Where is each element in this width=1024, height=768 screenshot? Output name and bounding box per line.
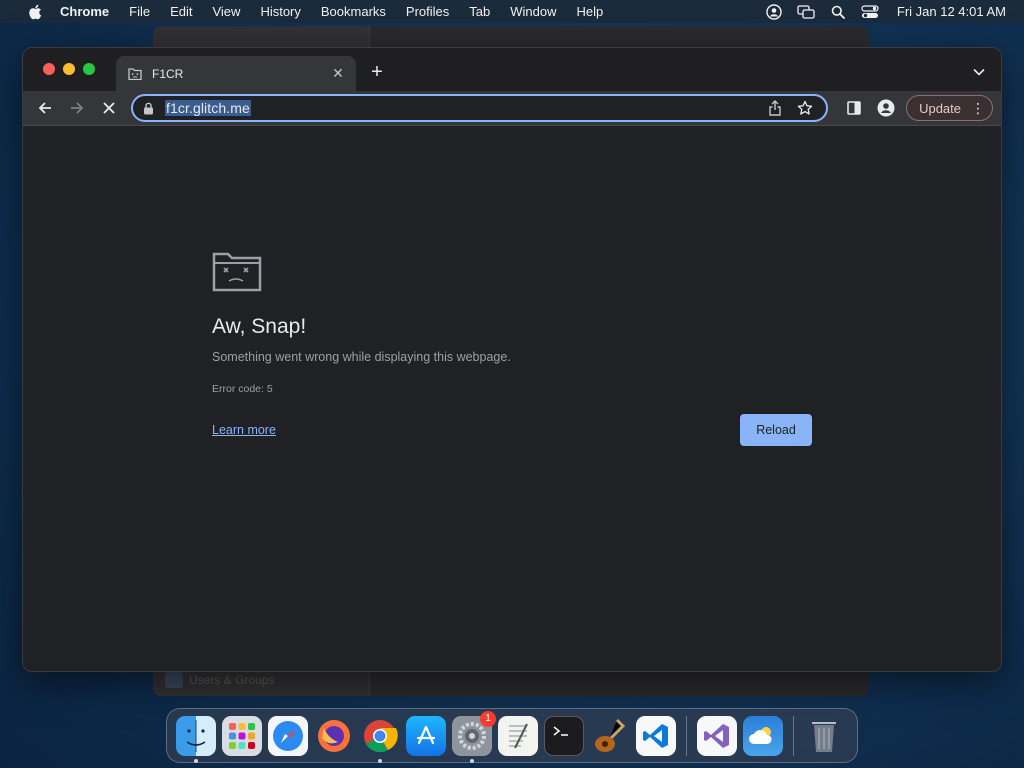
menu-profiles[interactable]: Profiles (406, 4, 449, 19)
system-settings-icon[interactable]: 1 (452, 710, 496, 763)
tab-f1cr[interactable]: F1CR ✕ (116, 56, 356, 91)
menubar-clock[interactable]: Fri Jan 12 4:01 AM (897, 4, 1006, 19)
new-tab-icon[interactable]: + (367, 61, 387, 83)
instruments-icon[interactable] (590, 716, 630, 756)
apple-menu-icon[interactable] (18, 4, 52, 20)
dock-separator (793, 715, 794, 756)
running-indicator (194, 758, 198, 763)
profile-avatar-icon[interactable] (873, 95, 899, 121)
sad-folder-icon (212, 252, 262, 292)
error-code: Error code: 5 (212, 383, 273, 395)
kebab-menu-icon[interactable]: ⋮ (971, 100, 985, 117)
firefox-icon[interactable] (314, 716, 354, 756)
stop-loading-icon[interactable] (95, 94, 123, 122)
safari-icon[interactable] (268, 715, 308, 756)
menu-tab[interactable]: Tab (469, 4, 490, 19)
control-center-icon[interactable] (861, 4, 879, 20)
background-sidebar-item[interactable]: Users & Groups (165, 670, 345, 690)
close-window-button[interactable] (43, 63, 55, 75)
menu-window[interactable]: Window (510, 4, 556, 19)
dock: 1 (166, 708, 858, 763)
spotlight-search-icon[interactable] (829, 4, 847, 20)
notification-badge: 1 (480, 710, 496, 727)
fullscreen-window-button[interactable] (83, 63, 95, 75)
menu-help[interactable]: Help (577, 4, 604, 19)
trash-icon[interactable] (804, 716, 844, 756)
chrome-window: F1CR ✕ + f1cr.glitch.me Update ⋮ Aw, Sna… (22, 47, 1002, 672)
bookmark-star-icon[interactable] (794, 97, 816, 119)
update-label: Update (919, 100, 961, 116)
sad-folder-icon (128, 67, 142, 81)
browser-toolbar: f1cr.glitch.me Update ⋮ (23, 91, 1001, 126)
menu-edit[interactable]: Edit (170, 4, 192, 19)
reload-button[interactable]: Reload (740, 414, 812, 446)
visual-studio-icon[interactable] (697, 715, 737, 756)
textedit-icon[interactable] (498, 715, 538, 756)
menu-bookmarks[interactable]: Bookmarks (321, 4, 386, 19)
url-text[interactable]: f1cr.glitch.me (165, 100, 251, 116)
error-message: Something went wrong while displaying th… (212, 350, 511, 364)
user-account-icon[interactable] (765, 3, 783, 20)
app-store-icon[interactable] (406, 715, 446, 756)
update-button[interactable]: Update ⋮ (906, 95, 993, 121)
tab-title: F1CR (152, 66, 184, 81)
chrome-icon[interactable] (360, 716, 400, 763)
close-tab-icon[interactable]: ✕ (330, 65, 346, 82)
lock-icon[interactable] (143, 101, 157, 115)
address-bar[interactable]: f1cr.glitch.me (131, 94, 829, 122)
screen-mirroring-icon[interactable] (797, 4, 815, 20)
running-indicator (470, 758, 474, 763)
menu-file[interactable]: File (129, 4, 150, 19)
back-arrow-icon[interactable] (31, 94, 59, 122)
learn-more-link[interactable]: Learn more (212, 423, 276, 437)
background-sidebar-item-label: Users & Groups (189, 673, 275, 687)
menu-view[interactable]: View (212, 4, 240, 19)
window-controls (43, 63, 95, 75)
users-groups-icon (165, 672, 183, 688)
share-icon[interactable] (764, 97, 786, 119)
finder-icon[interactable] (176, 715, 216, 763)
error-title: Aw, Snap! (212, 315, 307, 338)
running-indicator (378, 758, 382, 763)
side-panel-icon[interactable] (841, 95, 867, 121)
tab-strip: F1CR ✕ + (23, 48, 1001, 91)
forward-arrow-icon[interactable] (63, 94, 91, 122)
vscode-icon[interactable] (636, 715, 676, 756)
terminal-icon[interactable] (544, 715, 584, 756)
minimize-window-button[interactable] (63, 63, 75, 75)
dock-separator (686, 715, 687, 756)
launchpad-icon[interactable] (222, 715, 262, 756)
tab-search-chevron-icon[interactable] (971, 64, 987, 80)
menu-bar: Chrome File Edit View History Bookmarks … (0, 0, 1024, 23)
weather-icon[interactable] (743, 715, 783, 756)
menu-history[interactable]: History (260, 4, 300, 19)
error-page: Aw, Snap! Something went wrong while dis… (23, 126, 1001, 671)
menu-app-name[interactable]: Chrome (60, 4, 109, 19)
